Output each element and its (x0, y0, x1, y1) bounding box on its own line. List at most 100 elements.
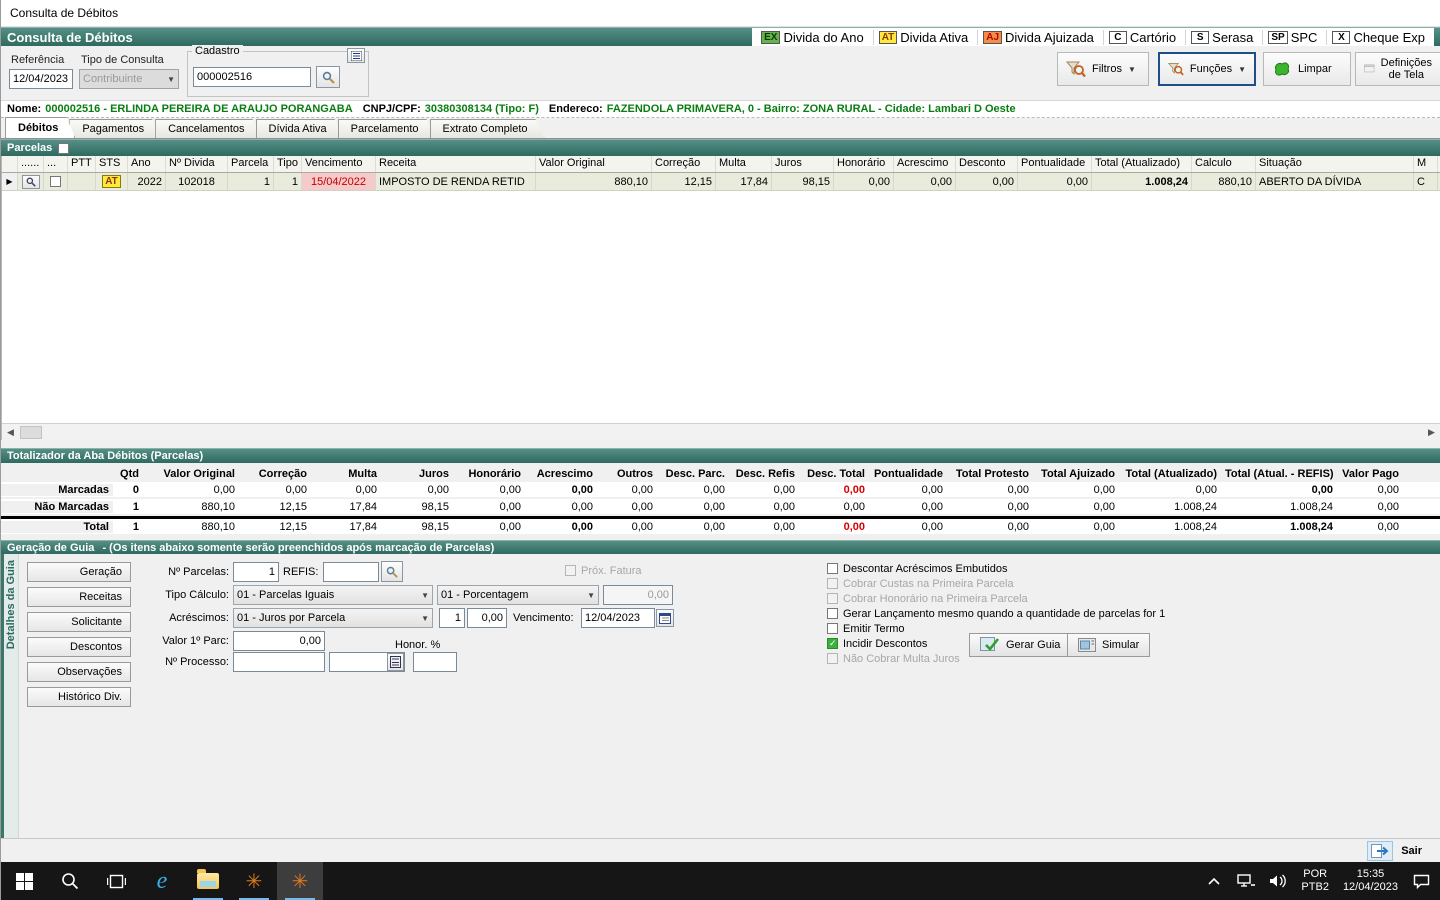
grid-cell-juros: 98,15 (772, 173, 834, 190)
row-detail-search-button[interactable] (22, 175, 40, 189)
clock[interactable]: 15:35 12/04/2023 (1337, 868, 1404, 894)
task-view-icon (107, 873, 126, 890)
tab-parcelamento[interactable]: Parcelamento (338, 119, 436, 138)
tab-pagamentos[interactable]: Pagamentos (69, 119, 161, 138)
legend-label: Cheque Exp (1353, 30, 1425, 45)
side-button-solicitante[interactable]: Solicitante (27, 612, 131, 632)
checkbox[interactable] (827, 593, 838, 604)
totals-cell: 0,00 (525, 521, 597, 533)
option-descontar-acr-scimos-embutidos[interactable]: Descontar Acréscimos Embutidos (827, 562, 1165, 575)
vencimento-input[interactable] (581, 608, 655, 628)
cadastro-search-button[interactable] (316, 66, 340, 88)
checkbox[interactable] (827, 653, 838, 664)
scroll-left-icon[interactable]: ◀ (2, 425, 19, 440)
debits-grid-rows: ▶AT20221020181115/04/2022IMPOSTO DE REND… (2, 173, 1440, 191)
table-row[interactable]: ▶AT20221020181115/04/2022IMPOSTO DE REND… (2, 173, 1440, 191)
tab-extrato-completo[interactable]: Extrato Completo (430, 119, 545, 138)
refis-search-button[interactable] (381, 561, 403, 582)
filtros-button[interactable]: Filtros▼ (1057, 52, 1149, 86)
file-explorer-button[interactable] (185, 862, 231, 900)
tipo-consulta-label: Tipo de Consulta (81, 54, 164, 66)
simular-button[interactable]: Simular (1067, 633, 1150, 657)
option-gerar-lan-amento-mesmo-quando-a-quantida[interactable]: Gerar Lançamento mesmo quando a quantida… (827, 607, 1165, 620)
calculator-button[interactable] (387, 653, 404, 671)
checkbox[interactable] (827, 578, 838, 589)
checkbox[interactable] (827, 563, 838, 574)
row-select-checkbox[interactable] (50, 176, 61, 187)
grid-col-header: Total (Atualizado) (1092, 156, 1192, 172)
start-button[interactable] (1, 862, 47, 900)
side-button-descontos[interactable]: Descontos (27, 637, 131, 657)
taskbar-search-button[interactable] (47, 862, 93, 900)
totals-cell: 0,00 (1337, 521, 1403, 533)
valor-parc-input[interactable] (233, 631, 325, 651)
network-tray-button[interactable] (1231, 862, 1261, 900)
task-view-button[interactable] (93, 862, 139, 900)
acrescimos-label: Acréscimos: (149, 612, 229, 624)
checkbox-label: Emitir Termo (843, 623, 905, 635)
volume-tray-button[interactable] (1263, 862, 1293, 900)
prox-fatura-checkbox[interactable] (565, 565, 576, 576)
acrescimos-qty-input[interactable] (439, 608, 465, 628)
acrescimos-select[interactable]: 01 - Juros por Parcela▼ (233, 608, 433, 628)
side-button-receitas[interactable]: Receitas (27, 587, 131, 607)
side-button-gera-o[interactable]: Geração (27, 562, 131, 582)
totals-col-header: Acrescimo (525, 468, 597, 480)
porcentagem-select[interactable]: 01 - Porcentagem▼ (437, 585, 599, 605)
tab-cancelamentos[interactable]: Cancelamentos (155, 119, 261, 138)
grid-cell-honor-rio: 0,00 (834, 173, 894, 190)
side-button-hist-rico-div-[interactable]: Histórico Div. (27, 687, 131, 707)
totals-col-header: Total (Atual. - REFIS) (1221, 468, 1337, 480)
detalhes-guia-tab[interactable]: Detalhes da Guia (1, 554, 19, 838)
notification-center-button[interactable] (1406, 862, 1436, 900)
prox-fatura-check[interactable]: Próx. Fatura (565, 564, 642, 577)
num-parcelas-input[interactable] (233, 562, 279, 582)
totals-cell: 0,00 (525, 501, 597, 513)
parcelas-label: Parcelas (7, 142, 52, 154)
definicoes-tela-button[interactable]: Definiçõesde Tela (1355, 52, 1440, 86)
cadastro-input[interactable] (193, 67, 311, 87)
checkbox[interactable] (827, 608, 838, 619)
totals-col-header: Juros (381, 468, 453, 480)
internet-explorer-button[interactable]: e (139, 862, 185, 900)
app-button-2-active[interactable]: ✳ (277, 862, 323, 900)
totals-row-label: Não Marcadas (1, 501, 113, 513)
honor-input[interactable] (413, 652, 457, 672)
referencia-input[interactable] (9, 69, 73, 89)
parcelas-bar: Parcelas (1, 139, 1440, 156)
refis-input[interactable] (323, 562, 379, 582)
cadastro-list-button[interactable] (347, 48, 365, 63)
processo-input[interactable] (233, 652, 325, 672)
sair-button[interactable]: Sair (1357, 840, 1432, 862)
calendar-button[interactable] (656, 609, 674, 627)
tab-débitos[interactable]: Débitos (5, 117, 75, 138)
legend-badge-ex: EX (761, 31, 780, 44)
acrescimos-amount-input[interactable] (467, 608, 507, 628)
funcoes-button[interactable]: Funções▼ (1158, 52, 1256, 86)
option-cobrar-honor-rio-na-primeira-parcela[interactable]: Cobrar Honorário na Primeira Parcela (827, 592, 1165, 605)
gerar-guia-button[interactable]: Gerar Guia (969, 633, 1071, 657)
parcelas-checkbox[interactable] (58, 143, 69, 154)
checkbox[interactable] (827, 638, 838, 649)
checkbox[interactable] (827, 623, 838, 634)
side-button-observa-es[interactable]: Observações (27, 662, 131, 682)
tipo-calculo-select[interactable]: 01 - Parcelas Iguais▼ (233, 585, 433, 605)
tray-expand-button[interactable] (1199, 862, 1229, 900)
search-icon (26, 177, 36, 187)
scroll-right-icon[interactable]: ▶ (1423, 425, 1440, 440)
grid-col-header: Tipo (274, 156, 302, 172)
app-button-1[interactable]: ✳ (231, 862, 277, 900)
query-toolbar: Referência Tipo de Consulta Contribuinte… (1, 46, 1440, 101)
tab-dívida-ativa[interactable]: Dívida Ativa (256, 119, 344, 138)
horizontal-scrollbar[interactable]: ◀ ▶ (2, 423, 1440, 440)
scrollbar-thumb[interactable] (20, 426, 42, 439)
language-indicator[interactable]: POR PTB2 (1295, 868, 1335, 894)
windows-taskbar: e ✳ ✳ POR PTB2 15:35 12/04/2023 (1, 862, 1440, 900)
limpar-button[interactable]: Limpar (1263, 52, 1351, 86)
chevron-down-icon: ▼ (1128, 65, 1136, 74)
generation-side-buttons: Geração Receitas Solicitante Descontos Obser… (19, 554, 137, 838)
vencimento-label: Vencimento: (513, 612, 574, 624)
option-cobrar-custas-na-primeira-parcela[interactable]: Cobrar Custas na Primeira Parcela (827, 577, 1165, 590)
totals-cell: 0,00 (729, 484, 799, 496)
totals-col-header: Desc. Refis (729, 468, 799, 480)
